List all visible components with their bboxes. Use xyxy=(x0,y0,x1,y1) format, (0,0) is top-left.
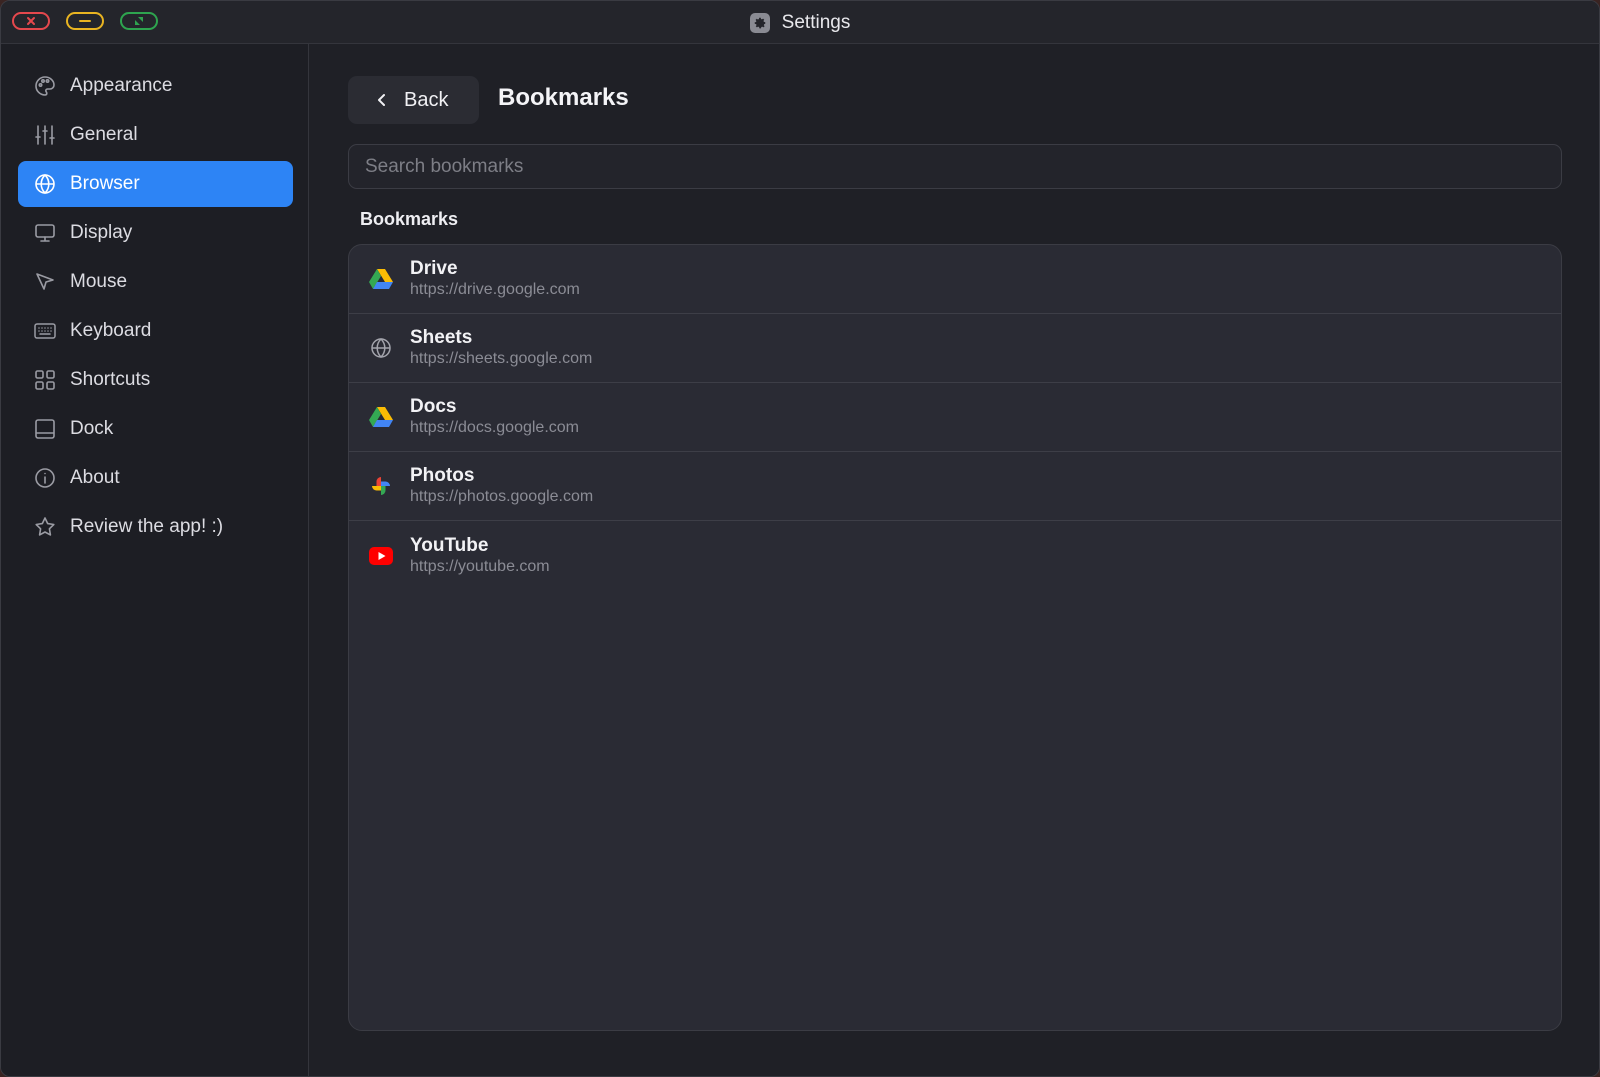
window-title: Settings xyxy=(781,11,851,33)
sidebar-item-appearance[interactable]: Appearance xyxy=(18,63,293,109)
sidebar-item-label: Browser xyxy=(70,173,140,194)
google-drive-icon xyxy=(368,266,394,292)
bookmark-name: Sheets xyxy=(410,327,473,348)
chevron-left-icon xyxy=(376,92,388,108)
bookmark-name: YouTube xyxy=(410,534,489,556)
bookmarks-list: Drive https://drive.google.com Sheets ht… xyxy=(348,244,1562,1031)
bookmark-item-photos[interactable]: Photos https://photos.google.com xyxy=(349,452,1561,521)
sidebar-item-mouse[interactable]: Mouse xyxy=(18,259,293,305)
sidebar-item-review[interactable]: Review the app! :) xyxy=(18,504,293,550)
sidebar-item-label: About xyxy=(70,467,120,488)
back-button-label: Back xyxy=(404,88,449,111)
sidebar-item-label: Dock xyxy=(70,418,114,439)
sidebar-item-label: Mouse xyxy=(70,271,128,292)
palette-icon xyxy=(33,74,57,98)
bookmark-item-drive[interactable]: Drive https://drive.google.com xyxy=(349,245,1561,314)
bookmark-item-youtube[interactable]: YouTube https://youtube.com xyxy=(349,521,1561,590)
page-title: Bookmarks xyxy=(498,84,629,111)
sidebar-item-shortcuts[interactable]: Shortcuts xyxy=(18,357,293,403)
keyboard-icon xyxy=(33,319,57,343)
bookmark-item-sheets[interactable]: Sheets https://sheets.google.com xyxy=(349,314,1561,383)
sidebar-item-label: Shortcuts xyxy=(70,369,151,390)
back-button[interactable]: Back xyxy=(348,76,479,124)
bookmark-url: https://photos.google.com xyxy=(410,488,594,505)
bookmark-url: https://youtube.com xyxy=(410,557,550,575)
main-panel: Back Bookmarks Bookmarks Drive https://d… xyxy=(309,44,1599,1076)
bookmark-name: Docs xyxy=(410,396,457,417)
grid-icon xyxy=(33,368,57,392)
sidebar-item-label: General xyxy=(70,124,138,145)
gear-icon xyxy=(749,12,770,33)
close-icon xyxy=(27,17,35,25)
sidebar-item-label: Display xyxy=(70,222,133,243)
maximize-icon xyxy=(135,17,143,25)
settings-window: Settings Appearance General Browser Disp… xyxy=(0,0,1600,1077)
bookmark-name: Photos xyxy=(410,465,475,486)
globe-icon xyxy=(368,335,394,361)
globe-icon xyxy=(33,172,57,196)
search-input[interactable] xyxy=(348,144,1562,189)
sliders-icon xyxy=(33,123,57,147)
info-icon xyxy=(33,466,57,490)
sidebar-item-display[interactable]: Display xyxy=(18,210,293,256)
sidebar-item-label: Keyboard xyxy=(70,320,152,341)
sidebar-item-label: Review the app! :) xyxy=(70,516,224,537)
sidebar: Appearance General Browser Display Mouse… xyxy=(1,44,309,1076)
sidebar-item-keyboard[interactable]: Keyboard xyxy=(18,308,293,354)
sidebar-item-label: Appearance xyxy=(70,75,173,96)
minimize-icon xyxy=(79,20,91,22)
sidebar-item-dock[interactable]: Dock xyxy=(18,406,293,452)
dock-icon xyxy=(33,417,57,441)
star-icon xyxy=(33,515,57,539)
sidebar-list: Appearance General Browser Display Mouse… xyxy=(18,63,293,553)
monitor-icon xyxy=(33,221,57,245)
youtube-icon xyxy=(368,543,394,569)
section-label: Bookmarks xyxy=(360,209,459,229)
minimize-button[interactable] xyxy=(66,12,104,30)
sidebar-item-general[interactable]: General xyxy=(18,112,293,158)
google-drive-icon xyxy=(368,404,394,430)
bookmark-url: https://sheets.google.com xyxy=(410,350,593,367)
close-button[interactable] xyxy=(12,12,50,30)
maximize-button[interactable] xyxy=(120,12,158,30)
google-photos-icon xyxy=(368,473,394,499)
title-bar: Settings xyxy=(1,1,1599,44)
bookmark-url: https://drive.google.com xyxy=(410,281,580,298)
sidebar-item-browser[interactable]: Browser xyxy=(18,161,293,207)
sidebar-item-about[interactable]: About xyxy=(18,455,293,501)
cursor-icon xyxy=(33,270,57,294)
bookmark-item-docs[interactable]: Docs https://docs.google.com xyxy=(349,383,1561,452)
bookmark-name: Drive xyxy=(410,258,458,279)
bookmark-url: https://docs.google.com xyxy=(410,419,579,436)
